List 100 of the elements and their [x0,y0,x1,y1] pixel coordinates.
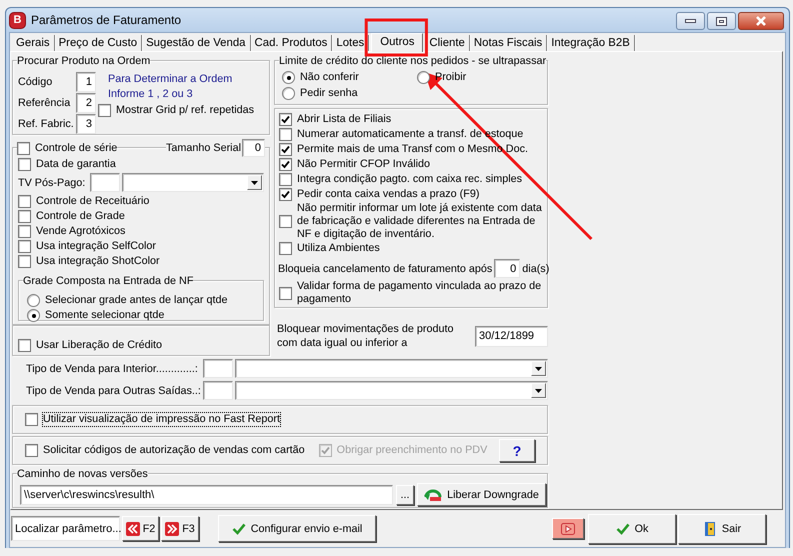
field-label: Código [18,76,54,88]
check-icon [232,522,246,534]
radio-button[interactable] [417,71,430,84]
checkbox[interactable] [18,255,31,268]
search-field[interactable]: Localizar parâmetro... [11,516,120,541]
group-title: Procurar Produto na Ordem [17,54,150,66]
checkbox[interactable] [18,158,31,171]
checkbox[interactable] [279,113,292,126]
dropdown[interactable] [235,359,548,378]
code-field[interactable] [90,173,120,192]
radio-button[interactable] [27,309,40,322]
help-button[interactable]: ? [499,439,535,462]
checkbox-label: Integra condição pagto. com caixa rec. simples [297,173,522,186]
order-field[interactable]: 1 [76,72,96,92]
checkbox[interactable] [18,240,31,253]
checkbox-label: Usar Liberação de Crédito [36,339,162,352]
days-field[interactable]: 0 [494,259,520,278]
app-logo: B [10,12,25,28]
code-field[interactable] [203,359,233,378]
checkbox[interactable] [18,210,31,223]
date-field[interactable]: 30/12/1899 [475,326,548,346]
checkbox[interactable] [279,215,292,228]
double-left-arrow-icon [126,522,140,536]
checkbox[interactable] [279,143,292,156]
downgrade-button[interactable]: Liberar Downgrade [417,483,546,506]
unit-label: dia(s) [522,262,550,274]
checkbox[interactable] [279,128,292,141]
checkbox-label: Abrir Lista de Filiais [297,113,392,126]
checkbox[interactable] [18,195,31,208]
double-right-arrow-icon [165,522,180,536]
serial-size-field[interactable]: 0 [242,139,265,157]
checkbox-label: Vende Agrotóxicos [36,225,126,238]
undo-arrow-icon [424,488,442,502]
exit-button[interactable]: Sair [678,514,766,544]
field-label: TV Pós-Pago: [18,176,86,188]
checkbox[interactable] [98,104,111,117]
order-field[interactable]: 3 [76,114,96,134]
hint-text: Para Determinar a Ordem [107,72,234,87]
checkbox-label: Utilizar visualização de impressão no Fast Report [43,413,280,426]
code-field[interactable] [203,381,233,400]
minimize-button[interactable] [676,12,705,30]
checkbox-label: Controle de Receituário [36,195,150,208]
checkbox[interactable] [279,188,292,201]
checkbox-label: Solicitar códigos de autorização de vendas com cartão [43,444,305,457]
checkbox-label: Controle de série [35,142,118,154]
field-label: Tipo de Venda para Interior.............: [26,362,199,374]
maximize-button[interactable] [707,12,736,30]
close-icon [755,16,767,26]
browse-button[interactable]: ... [396,484,414,504]
close-button[interactable] [738,12,784,30]
checkbox[interactable] [18,339,31,352]
dropdown[interactable] [235,381,548,400]
group-title: Caminho de novas versões [17,468,148,480]
checkbox[interactable] [25,444,38,457]
checkbox-label: Utiliza Ambientes [297,242,380,255]
checkbox-label: Data de garantia [36,158,116,171]
checkbox[interactable] [18,225,31,238]
tab[interactable]: Gerais [12,35,55,51]
path-field[interactable]: \\server\c\reswincs\resulth\ [20,484,393,504]
order-field[interactable]: 2 [76,93,96,113]
previous-button[interactable]: F2 [122,516,159,541]
email-settings-button[interactable]: Configurar envio e-mail [218,515,376,542]
next-button[interactable]: F3 [161,516,199,541]
hint-text: Informe 1 , 2 ou 3 [107,87,194,102]
tab[interactable]: Notas Fiscais [470,35,548,51]
checkbox[interactable] [17,142,30,154]
door-icon [702,520,717,536]
play-icon [561,522,575,534]
dropdown[interactable] [122,173,264,192]
radio-button[interactable] [282,87,295,100]
field-label: Referência [18,97,72,109]
tab[interactable]: Integração B2B [547,35,635,51]
tab[interactable]: Cliente [425,35,470,51]
radio-label: Somente selecionar qtde [45,309,164,322]
checkbox-label: Obrigar preenchimento no PDV [336,444,488,457]
checkbox[interactable] [279,173,292,186]
play-button[interactable] [552,518,584,539]
tab[interactable]: Outros [371,33,424,52]
check-icon [616,522,630,534]
tab[interactable]: Lotes [332,35,370,51]
radio-label: Proibir [435,71,466,84]
checkbox-label: Validar forma de pagamento vinculada ao prazo de pagamento [297,280,542,306]
field-label: Bloqueia cancelamento de faturamento após [278,262,492,274]
checkbox-label: Usa integração SelfColor [36,240,156,253]
tab[interactable]: Cad. Produtos [250,35,332,51]
tab[interactable]: Preço de Custo [54,35,142,51]
checkbox-label: Controle de Grade [36,210,125,223]
radio-button[interactable] [282,71,295,84]
radio-button[interactable] [27,294,40,307]
tab[interactable]: Sugestão de Venda [142,35,251,51]
field-label: Tipo de Venda para Outras Saídas..: [26,384,201,396]
checkbox[interactable] [279,158,292,171]
checkbox-label: Mostrar Grid p/ ref. repetidas [116,104,254,117]
window-title: Parâmetros de Faturamento [31,13,182,27]
field-label: Tamanho Serial [166,142,242,154]
checkbox[interactable] [279,242,292,255]
checkbox-label: Não permitir informar um lote já existente com data de fabricação e validade diferentes na Entrada de NF e digitação de inventário. [297,202,543,241]
checkbox[interactable] [25,413,38,426]
checkbox[interactable] [279,286,292,300]
ok-button[interactable]: Ok [588,514,676,544]
